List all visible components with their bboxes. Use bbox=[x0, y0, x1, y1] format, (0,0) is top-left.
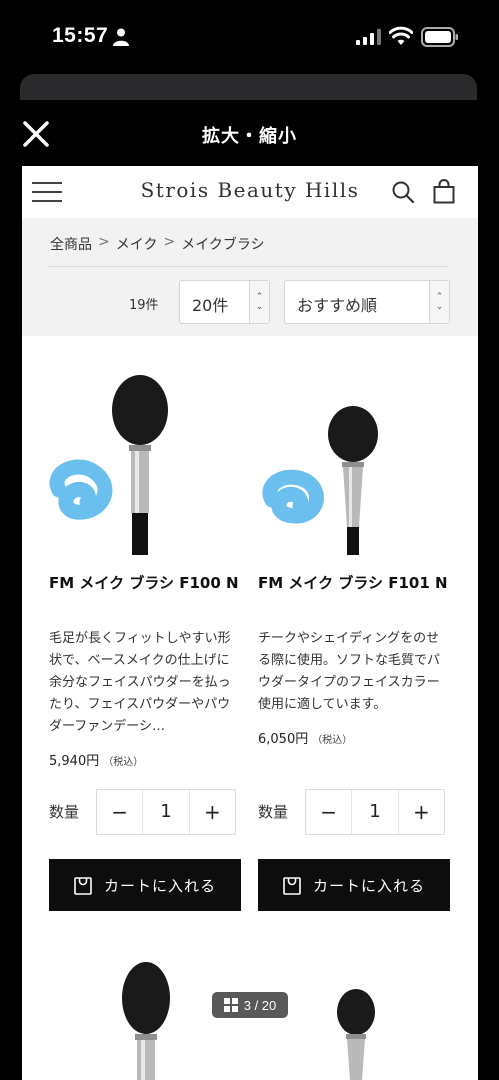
price-value: 5,940円 bbox=[49, 754, 100, 769]
wifi-icon bbox=[389, 26, 413, 45]
tax-label: （税込） bbox=[312, 735, 353, 746]
tax-label: （税込） bbox=[103, 757, 144, 768]
viewer-title: 拡大・縮小 bbox=[202, 126, 297, 147]
search-icon[interactable] bbox=[391, 180, 415, 204]
quantity-label: 数量 bbox=[258, 803, 289, 821]
quantity-row: 数量 − 1 + bbox=[258, 789, 448, 835]
status-time: 15:57 bbox=[52, 24, 109, 47]
product-name[interactable]: FM メイク ブラシ F100 N bbox=[49, 574, 239, 614]
cart-bag-icon bbox=[283, 877, 301, 895]
breadcrumb-separator: > bbox=[98, 234, 110, 250]
product-card: FM メイク ブラシ F100 N 毛足が長くフィットしやすい形状で、ベースメイ… bbox=[49, 362, 241, 911]
quantity-row: 数量 − 1 + bbox=[49, 789, 239, 835]
quantity-value[interactable]: 1 bbox=[142, 790, 190, 834]
product-description: チークやシェイディングをのせる際に使用。ソフトな毛質でパウダータイプのフェイスカ… bbox=[258, 631, 441, 712]
web-page: Strois Beauty Hills 全商品 > メイク > メイクブラシ 1… bbox=[22, 166, 478, 1080]
site-header: Strois Beauty Hills bbox=[22, 166, 478, 218]
add-to-cart-button[interactable]: カートに入れる bbox=[49, 859, 241, 911]
shopping-bag-icon[interactable] bbox=[433, 179, 455, 204]
product-card: FM メイク ブラシ F101 N チークやシェイディングをのせる際に使用。ソフ… bbox=[258, 362, 450, 911]
brush-image[interactable] bbox=[334, 988, 378, 1080]
breadcrumb-current: メイクブラシ bbox=[181, 237, 265, 253]
quantity-stepper: − 1 + bbox=[305, 789, 445, 835]
select-arrows-icon: ⌃ ⌄ bbox=[249, 281, 269, 323]
decrease-button[interactable]: − bbox=[306, 790, 351, 834]
select-arrows-icon: ⌃ ⌄ bbox=[429, 281, 449, 323]
increase-button[interactable]: + bbox=[190, 790, 235, 834]
product-price: 6,050円 （税込） bbox=[258, 728, 448, 747]
quantity-value[interactable]: 1 bbox=[351, 790, 399, 834]
add-to-cart-label: カートに入れる bbox=[312, 876, 425, 895]
add-to-cart-label: カートに入れる bbox=[103, 876, 216, 895]
breadcrumb-all-products[interactable]: 全商品 bbox=[50, 234, 92, 254]
signal-icon bbox=[356, 29, 381, 45]
quantity-label: 数量 bbox=[49, 803, 80, 821]
per-page-value: 20件 bbox=[192, 296, 229, 315]
breadcrumb-separator: > bbox=[163, 234, 176, 250]
filter-area: 全商品 > メイク > メイクブラシ 19件 20件 ⌃ ⌄ おすすめ順 ⌃ ⌄ bbox=[22, 218, 478, 336]
brush-image[interactable] bbox=[118, 960, 178, 1080]
breadcrumb: 全商品 > メイク > メイクブラシ bbox=[50, 234, 265, 254]
viewer-bar: 拡大・縮小 bbox=[0, 100, 499, 166]
product-name[interactable]: FM メイク ブラシ F101 N bbox=[258, 574, 448, 614]
page-indicator-text: 3 / 20 bbox=[243, 997, 277, 1013]
increase-button[interactable]: + bbox=[399, 790, 444, 834]
add-to-cart-button[interactable]: カートに入れる bbox=[258, 859, 450, 911]
product-price: 5,940円 （税込） bbox=[49, 750, 239, 769]
per-page-select[interactable]: 20件 ⌃ ⌄ bbox=[179, 280, 270, 324]
product-image[interactable] bbox=[49, 362, 239, 562]
decrease-button[interactable]: − bbox=[97, 790, 142, 834]
divider bbox=[48, 266, 448, 267]
brush-image bbox=[49, 375, 168, 555]
product-image[interactable] bbox=[258, 362, 448, 562]
product-description: 毛足が長くフィットしやすい形状で、ベースメイクの仕上げに余分なフェイスパウダーを… bbox=[49, 631, 231, 734]
status-bar: 15:57 bbox=[0, 0, 499, 72]
cart-bag-icon bbox=[74, 877, 92, 895]
image-page-indicator[interactable]: 3 / 20 bbox=[212, 992, 288, 1018]
grid-icon bbox=[223, 998, 238, 1012]
quantity-stepper: − 1 + bbox=[96, 789, 236, 835]
sort-select[interactable]: おすすめ順 ⌃ ⌄ bbox=[284, 280, 450, 324]
person-icon bbox=[113, 28, 129, 46]
battery-icon bbox=[421, 27, 458, 47]
brush-image bbox=[262, 406, 378, 555]
sort-value: おすすめ順 bbox=[297, 296, 378, 315]
result-count: 19件 bbox=[129, 298, 159, 313]
price-value: 6,050円 bbox=[258, 732, 309, 747]
breadcrumb-makeup[interactable]: メイク bbox=[116, 234, 158, 254]
